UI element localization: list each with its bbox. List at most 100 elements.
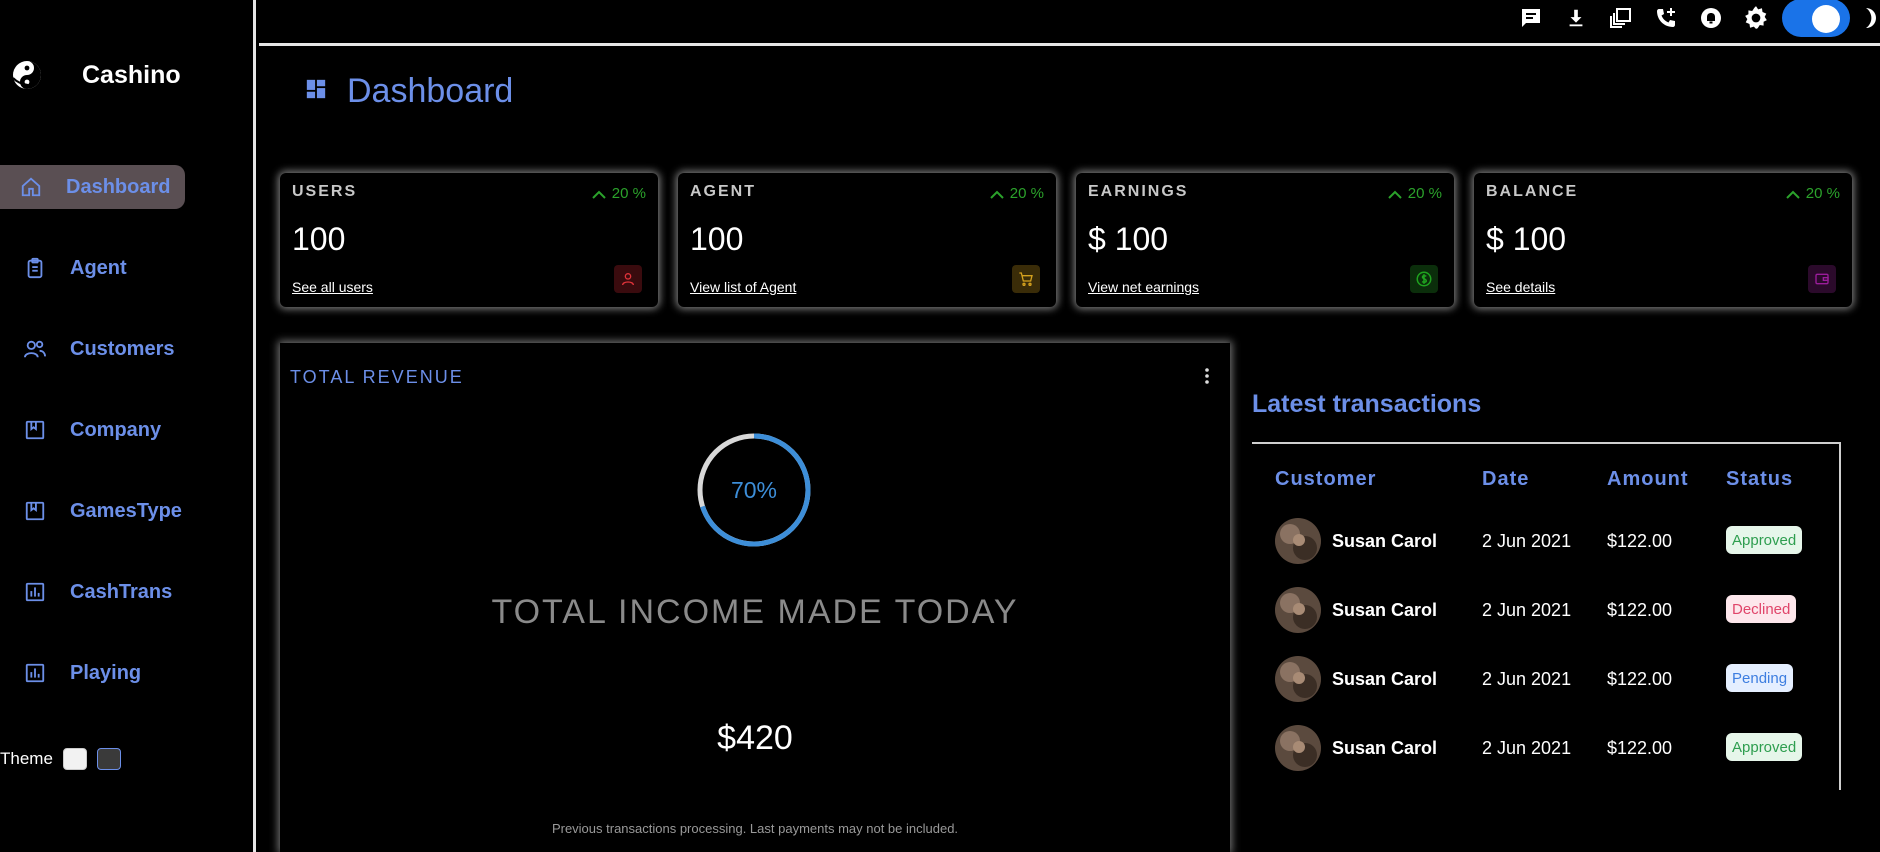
chevron-up-icon	[592, 190, 606, 199]
table-row[interactable]: Susan Carol 2 Jun 2021 $122.00 Approved	[1252, 514, 1839, 564]
card-value: 100	[690, 221, 744, 257]
cart-icon	[1012, 265, 1040, 293]
avatar	[1275, 656, 1321, 702]
column-header-amount[interactable]: Amount	[1607, 468, 1689, 491]
transactions-title: Latest transactions	[1252, 390, 1482, 418]
dashboard-icon	[305, 78, 327, 105]
card-title: USERS	[292, 183, 358, 200]
card-value: $ 100	[1486, 221, 1567, 257]
sidebar-item-playing[interactable]: Playing	[0, 651, 141, 695]
users-icon	[22, 336, 48, 362]
notification-icon[interactable]	[1688, 1, 1733, 35]
card-trend: 20 %	[1386, 185, 1442, 202]
avatar	[1275, 587, 1321, 633]
table-row[interactable]: Susan Carol 2 Jun 2021 $122.00 Approved	[1252, 721, 1839, 771]
sidebar-item-label: CashTrans	[70, 580, 173, 603]
download-icon[interactable]	[1553, 1, 1598, 35]
avatar	[1275, 725, 1321, 771]
page-heading: Dashboard	[305, 72, 513, 111]
topbar	[259, 0, 1880, 46]
chevron-up-icon	[990, 190, 1004, 199]
chat-icon[interactable]	[1508, 1, 1553, 35]
status-badge: Pending	[1726, 664, 1794, 692]
card-title: AGENT	[690, 183, 756, 200]
transaction-date: 2 Jun 2021	[1482, 600, 1572, 620]
sidebar-item-label: Playing	[70, 661, 142, 684]
avatar	[1275, 518, 1321, 564]
bookmark-icon	[22, 417, 48, 443]
transaction-amount: $122.00	[1607, 600, 1673, 620]
sidebar: Cashino Dashboard Agent Customers Compan…	[0, 0, 256, 852]
logo[interactable]: Cashino	[10, 58, 181, 92]
transaction-amount: $122.00	[1607, 531, 1673, 551]
logo-icon	[12, 61, 41, 89]
sidebar-item-dashboard[interactable]: Dashboard	[0, 165, 185, 209]
mode-toggle[interactable]	[1782, 0, 1850, 37]
card-trend-value: 20 %	[1805, 185, 1840, 202]
customer-name: Susan Carol	[1332, 738, 1438, 758]
stat-card-earnings: EARNINGS 20 % $ 100 View net earnings	[1076, 173, 1454, 307]
panel-title: TOTAL REVENUE	[290, 367, 464, 387]
bar-chart-icon	[22, 579, 48, 605]
card-link[interactable]: See details	[1486, 279, 1555, 295]
card-trend: 20 %	[988, 185, 1044, 202]
sidebar-item-label: Customers	[70, 337, 175, 360]
card-link[interactable]: See all users	[292, 279, 373, 295]
stat-card-balance: BALANCE 20 % $ 100 See details	[1474, 173, 1852, 307]
sidebar-item-agent[interactable]: Agent	[0, 246, 127, 290]
sidebar-item-customers[interactable]: Customers	[0, 327, 174, 371]
dollar-icon	[1410, 265, 1438, 293]
table-row[interactable]: Susan Carol 2 Jun 2021 $122.00 Declined	[1252, 583, 1839, 633]
card-trend: 20 %	[590, 185, 646, 202]
customer-name: Susan Carol	[1332, 600, 1438, 620]
sidebar-item-gamestype[interactable]: GamesType	[0, 489, 182, 533]
card-trend-value: 20 %	[1407, 185, 1442, 202]
toggle-knob	[1812, 5, 1840, 33]
moon-icon[interactable]	[1850, 1, 1880, 35]
table-row[interactable]: Susan Carol 2 Jun 2021 $122.00 Pending	[1252, 652, 1839, 702]
app-name: Cashino	[82, 60, 181, 89]
transaction-date: 2 Jun 2021	[1482, 669, 1572, 689]
sidebar-item-cashtrans[interactable]: CashTrans	[0, 570, 172, 614]
person-icon	[614, 265, 642, 293]
copy-icon[interactable]	[1598, 1, 1643, 35]
status-badge: Approved	[1726, 733, 1803, 761]
transaction-date: 2 Jun 2021	[1482, 531, 1572, 551]
status-badge: Approved	[1726, 526, 1803, 554]
income-label: TOTAL INCOME MADE TODAY	[491, 593, 1019, 631]
more-vert-icon[interactable]	[1202, 365, 1212, 387]
home-icon	[18, 174, 44, 200]
customer-name: Susan Carol	[1332, 531, 1438, 551]
customer-name: Susan Carol	[1332, 669, 1438, 689]
wallet-icon	[1808, 265, 1836, 293]
card-link[interactable]: View list of Agent	[690, 279, 796, 295]
theme-dark-swatch[interactable]	[96, 748, 121, 770]
status-badge: Declined	[1726, 595, 1797, 623]
sidebar-item-label: Company	[70, 418, 162, 441]
settings-icon[interactable]	[1733, 1, 1778, 35]
bar-chart-icon	[22, 660, 48, 686]
sidebar-item-label: Agent	[70, 256, 127, 279]
theme-light-swatch[interactable]	[62, 748, 87, 770]
card-trend-value: 20 %	[1009, 185, 1044, 202]
topbar-actions	[1508, 0, 1880, 37]
add-call-icon[interactable]	[1643, 1, 1688, 35]
card-trend-value: 20 %	[611, 185, 646, 202]
transactions-table: Customer Date Amount Status Susan Carol …	[1252, 442, 1841, 790]
column-header-status[interactable]: Status	[1726, 468, 1793, 491]
column-header-customer[interactable]: Customer	[1275, 468, 1376, 491]
theme-label: Theme	[0, 749, 53, 768]
transaction-amount: $122.00	[1607, 738, 1673, 758]
chevron-up-icon	[1388, 190, 1402, 199]
card-trend: 20 %	[1784, 185, 1840, 202]
card-value: 100	[292, 221, 346, 257]
card-link[interactable]: View net earnings	[1088, 279, 1199, 295]
income-value: $420	[717, 719, 793, 757]
column-header-date[interactable]: Date	[1482, 468, 1529, 491]
card-title: BALANCE	[1486, 183, 1579, 200]
theme-picker: Theme	[0, 748, 121, 770]
sidebar-item-company[interactable]: Company	[0, 408, 161, 452]
total-revenue-panel: TOTAL REVENUE 70% TOTAL INCOME MADE TODA…	[280, 343, 1230, 852]
stat-card-agent: AGENT 20 % 100 View list of Agent	[678, 173, 1056, 307]
chevron-up-icon	[1786, 190, 1800, 199]
